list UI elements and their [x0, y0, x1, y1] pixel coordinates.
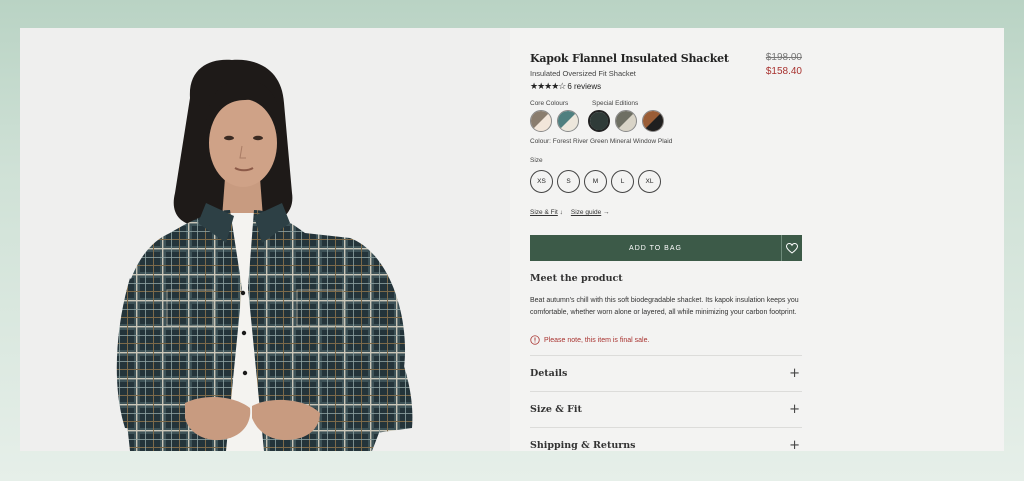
accordion-size-fit-label: Size & Fit: [530, 404, 582, 415]
size-option-xs[interactable]: XS: [530, 170, 553, 193]
selected-colour: Colour: Forest River Green Mineral Windo…: [530, 138, 673, 145]
accordion-details-label: Details: [530, 368, 568, 379]
product-page: Kapok Flannel Insulated Shacket Insulate…: [20, 28, 1004, 451]
size-option-m[interactable]: M: [584, 170, 607, 193]
colour-swatch-core-1[interactable]: [530, 110, 552, 132]
product-title: Kapok Flannel Insulated Shacket: [530, 52, 729, 65]
sale-price: $158.40: [765, 66, 802, 77]
add-to-bag-bar: ADD TO BAG: [530, 235, 802, 261]
arrow-right-icon: →: [603, 209, 610, 216]
heart-icon: [786, 242, 798, 254]
size-option-l[interactable]: L: [611, 170, 634, 193]
size-fit-link[interactable]: Size & Fit ↓: [530, 209, 563, 216]
colour-swatch-special-1[interactable]: [588, 110, 610, 132]
star-rating-icon: ★★★★☆: [530, 81, 566, 91]
product-info: Kapok Flannel Insulated Shacket Insulate…: [530, 28, 802, 451]
accordion-details[interactable]: Details +: [530, 355, 802, 391]
product-description: Beat autumn's chill with this soft biode…: [530, 297, 799, 316]
special-editions-label: Special Editions: [592, 100, 639, 107]
add-to-bag-button[interactable]: ADD TO BAG: [530, 235, 781, 261]
alert-icon: [530, 335, 540, 345]
colour-swatch-special-2[interactable]: [615, 110, 637, 132]
core-colours-label: Core Colours: [530, 100, 569, 107]
wishlist-button[interactable]: [781, 235, 802, 261]
plus-icon: +: [789, 366, 800, 381]
colour-swatch-core-2[interactable]: [557, 110, 579, 132]
size-label: Size: [530, 157, 543, 164]
accordion-shipping-returns-label: Shipping & Returns: [530, 440, 636, 451]
meet-product-heading: Meet the product: [530, 273, 623, 284]
accordion-size-fit[interactable]: Size & Fit +: [530, 391, 802, 427]
final-sale-notice: Please note, this item is final sale.: [530, 335, 649, 345]
size-option-s[interactable]: S: [557, 170, 580, 193]
size-fit-link-label: Size & Fit: [530, 209, 558, 216]
size-guide-link[interactable]: Size guide →: [571, 209, 610, 216]
plus-icon: +: [789, 402, 800, 417]
size-options: XS S M L XL: [530, 170, 661, 193]
rating[interactable]: ★★★★☆ 6 reviews: [530, 81, 601, 92]
accordion-shipping-returns[interactable]: Shipping & Returns +: [530, 427, 802, 451]
colour-swatch-special-3[interactable]: [642, 110, 664, 132]
size-links: Size & Fit ↓ Size guide →: [530, 209, 610, 216]
final-sale-text: Please note, this item is final sale.: [544, 336, 650, 344]
product-subtitle: Insulated Oversized Fit Shacket: [530, 69, 636, 78]
arrow-down-icon: ↓: [559, 209, 563, 216]
model-photo: [116, 59, 413, 451]
size-guide-link-label: Size guide: [570, 209, 602, 216]
review-count[interactable]: 6 reviews: [567, 82, 601, 91]
plus-icon: +: [789, 438, 800, 451]
original-price: $198.00: [765, 52, 802, 63]
size-option-xl[interactable]: XL: [638, 170, 661, 193]
colour-swatches: [530, 110, 664, 132]
product-image[interactable]: [20, 28, 510, 451]
